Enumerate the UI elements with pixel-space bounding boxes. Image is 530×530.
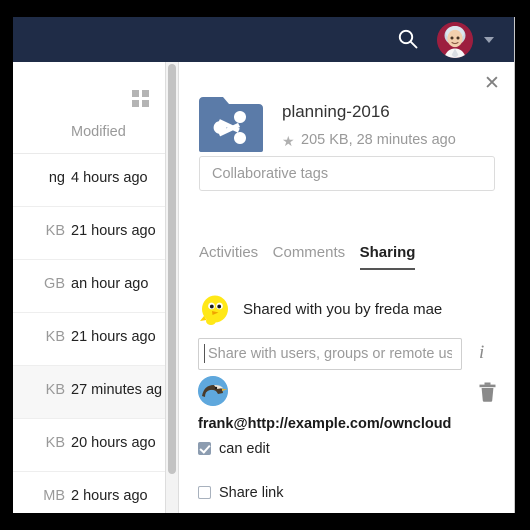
checkbox-can-edit[interactable]: can edit <box>198 441 270 457</box>
file-size: ng <box>48 170 65 186</box>
favorite-star-icon[interactable]: ★ <box>282 133 295 150</box>
checkbox-share-link[interactable]: Share link <box>198 485 283 501</box>
scrollbar-thumb[interactable] <box>168 64 176 474</box>
table-row[interactable]: KB 21 hours ago <box>13 313 165 366</box>
column-header-modified[interactable]: Modified <box>71 124 126 140</box>
tab-comments[interactable]: Comments <box>273 244 346 268</box>
table-row-selected[interactable]: KB 27 minutes ag <box>13 366 165 419</box>
file-meta: 205 KB, 28 minutes ago <box>301 132 456 148</box>
checkbox-can-edit-box[interactable] <box>198 442 211 455</box>
file-modified: 21 hours ago <box>71 329 156 345</box>
page-title: planning-2016 <box>282 102 390 121</box>
screen: Modified ng 4 hours ago KB 21 hours ago … <box>0 0 530 530</box>
table-row[interactable]: KB 20 hours ago <box>13 419 165 472</box>
file-size: MB <box>43 488 65 504</box>
chevron-down-icon[interactable] <box>484 37 494 43</box>
file-modified: 2 hours ago <box>71 488 148 504</box>
top-navigation-bar <box>13 17 514 62</box>
avatar[interactable] <box>437 22 473 58</box>
file-size: KB <box>45 223 65 239</box>
details-sidebar: ✕ planning-2016 ★ 205 KB, 28 minutes ago <box>180 62 514 513</box>
shared-folder-icon <box>199 95 263 154</box>
file-size: KB <box>45 435 65 451</box>
checkbox-share-link-box[interactable] <box>198 486 211 499</box>
search-icon[interactable] <box>397 28 419 50</box>
file-modified: 4 hours ago <box>71 170 148 186</box>
shared-by-label: Shared with you by freda mae <box>243 301 443 318</box>
trash-icon[interactable] <box>479 382 496 402</box>
collaborative-tags-input[interactable] <box>199 156 495 191</box>
file-modified: 20 hours ago <box>71 435 156 451</box>
file-size: KB <box>45 382 65 398</box>
eagle-avatar <box>198 376 228 406</box>
file-list-header: Modified <box>13 119 165 154</box>
table-row[interactable]: ng 4 hours ago <box>13 154 165 207</box>
text-cursor <box>204 344 205 363</box>
tab-activities[interactable]: Activities <box>199 244 258 268</box>
tweety-bird-avatar <box>198 292 232 326</box>
file-list-rows: ng 4 hours ago KB 21 hours ago GB an hou… <box>13 154 165 513</box>
info-icon[interactable]: i <box>479 342 484 364</box>
sidebar-tabs: Activities Comments Sharing <box>199 244 425 272</box>
table-row[interactable]: MB 2 hours ago <box>13 472 165 513</box>
sharee-name: frank@http://example.com/owncloud <box>198 416 452 432</box>
table-row[interactable]: GB an hour ago <box>13 260 165 313</box>
share-input[interactable] <box>198 338 462 370</box>
checkbox-share-link-label: Share link <box>219 485 284 501</box>
file-modified: 21 hours ago <box>71 223 156 239</box>
file-modified: 27 minutes ag <box>71 382 163 398</box>
tab-sharing[interactable]: Sharing <box>359 244 416 270</box>
file-size: KB <box>45 329 65 345</box>
file-list: Modified ng 4 hours ago KB 21 hours ago … <box>13 62 165 513</box>
close-icon[interactable]: ✕ <box>481 72 503 94</box>
vertical-scrollbar[interactable] <box>165 62 179 513</box>
grid-view-icon[interactable] <box>132 90 150 108</box>
table-row[interactable]: KB 21 hours ago <box>13 207 165 260</box>
app-window: Modified ng 4 hours ago KB 21 hours ago … <box>13 17 515 513</box>
checkbox-can-edit-label: can edit <box>219 441 270 457</box>
file-size: GB <box>44 276 65 292</box>
file-modified: an hour ago <box>71 276 149 292</box>
